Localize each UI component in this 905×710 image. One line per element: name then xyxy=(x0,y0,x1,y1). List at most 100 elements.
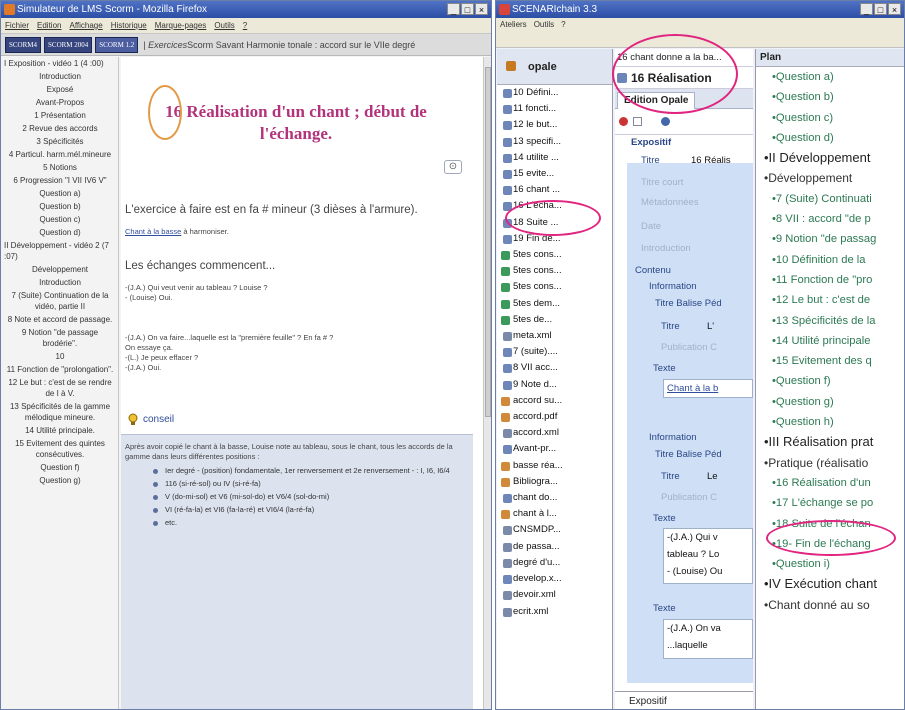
tree-item[interactable]: 5tes cons... xyxy=(497,247,612,263)
nav-item[interactable]: 5 Notions xyxy=(2,161,118,174)
tab-edition-opale[interactable]: Edition Opale xyxy=(617,92,696,109)
titre-value[interactable]: 16 Réalis xyxy=(691,155,731,166)
plan-item[interactable]: •8 VII : accord "de p xyxy=(764,209,904,229)
tree-item[interactable]: 16 chant ... xyxy=(497,182,612,198)
close-button[interactable]: × xyxy=(475,3,488,15)
tree-item[interactable]: 16 L'écha... xyxy=(497,198,612,214)
menu-outils[interactable]: Outils xyxy=(534,18,554,32)
plan-item[interactable]: •12 Le but : c'est de xyxy=(764,290,904,310)
tree-item[interactable]: 15 evite... xyxy=(497,166,612,182)
plan-item[interactable]: •10 Définition de la xyxy=(764,250,904,270)
minimize-button[interactable]: _ xyxy=(447,3,460,15)
tree-item[interactable]: 9 Note d... xyxy=(497,377,612,393)
tree-item[interactable]: 13 specifi... xyxy=(497,134,612,150)
scenari-titlebar[interactable]: SCENARIchain 3.3 _ □ × xyxy=(496,1,904,18)
plan-item[interactable]: •Question a) xyxy=(764,67,904,87)
menu-historique[interactable]: Historique xyxy=(111,18,147,33)
tree-item[interactable]: chant do... xyxy=(497,490,612,506)
tree-item[interactable]: de passa... xyxy=(497,539,612,555)
preview-icon[interactable] xyxy=(633,117,642,126)
tree-item[interactable]: chant à l... xyxy=(497,506,612,522)
nav-item[interactable]: Exposé xyxy=(2,83,118,96)
nav-item[interactable]: 2 Revue des accords xyxy=(2,122,118,135)
tree-item[interactable]: Bibliogra... xyxy=(497,474,612,490)
nav-item[interactable]: 12 Le but : c'est de se rendre de I à V. xyxy=(2,376,118,400)
tree-item[interactable]: 11 foncti... xyxy=(497,101,612,117)
info-icon[interactable] xyxy=(661,117,670,126)
metadonnees-field[interactable]: Métadonnées xyxy=(641,197,699,208)
nav-item[interactable]: 14 Utilité principale. xyxy=(2,424,118,437)
plan-item[interactable]: •17 L'échange se po xyxy=(764,493,904,513)
nav-item[interactable]: 13 Spécificités de la gamme mélodique mi… xyxy=(2,400,118,424)
scorm-12-button[interactable]: SCORM 1.2 xyxy=(95,36,139,53)
tree-item[interactable]: 5tes dem... xyxy=(497,296,612,312)
dialogue-text-box[interactable]: -(J.A.) Qui v tableau ? Lo - (Louise) Ou xyxy=(663,528,753,584)
nav-item[interactable]: 7 (Suite) Continuation de la vidéo, part… xyxy=(2,289,118,313)
nav-item[interactable]: 1 Présentation xyxy=(2,109,118,122)
plan-item[interactable]: •Question d) xyxy=(764,128,904,148)
nav-item[interactable]: Avant-Propos xyxy=(2,96,118,109)
tree-item[interactable]: devoir.xml xyxy=(497,587,612,603)
tree-item[interactable]: 18 Suite ... xyxy=(497,215,612,231)
nav-item[interactable]: Question a) xyxy=(2,187,118,200)
nav-item[interactable]: 9 Notion "de passage brodérie". xyxy=(2,326,118,350)
nav-item[interactable]: Introduction xyxy=(2,70,118,83)
tree-item[interactable]: 10 Défini... xyxy=(497,85,612,101)
maximize-button[interactable]: □ xyxy=(874,3,887,15)
menu-help[interactable]: ? xyxy=(561,18,565,32)
minimize-button[interactable]: _ xyxy=(860,3,873,15)
print-icon[interactable]: ⊙ xyxy=(444,160,462,174)
edit-icon[interactable] xyxy=(619,117,628,126)
dialogue2-text-box[interactable]: -(J.A.) On va ...laquelle xyxy=(663,619,753,659)
plan-item[interactable]: •Pratique (réalisatio xyxy=(764,453,904,473)
menu-ateliers[interactable]: Ateliers xyxy=(500,18,527,32)
firefox-scrollbar[interactable] xyxy=(483,57,491,709)
plan-item[interactable]: •II Développement xyxy=(764,148,904,168)
scorm-button[interactable]: SCORM4 xyxy=(5,36,42,53)
maximize-button[interactable]: □ xyxy=(461,3,474,15)
workspace-header[interactable]: opale xyxy=(497,49,612,85)
titre-court-field[interactable]: Titre court xyxy=(641,177,683,188)
tree-item[interactable]: 19 Fin de... xyxy=(497,231,612,247)
scorm-2004-button[interactable]: SCORM 2004 xyxy=(44,36,93,53)
tree-item[interactable]: 8 VII acc... xyxy=(497,360,612,376)
plan-item[interactable]: •Chant donné au so xyxy=(764,595,904,615)
tree-item[interactable]: 14 utilite ... xyxy=(497,150,612,166)
tree-item[interactable]: degré d'u... xyxy=(497,555,612,571)
nav-item[interactable]: Développement xyxy=(2,263,118,276)
tree-item[interactable]: accord.pdf xyxy=(497,409,612,425)
nav-item[interactable]: 15 Evitement des quintes consécutives. xyxy=(2,437,118,461)
menu-fichier[interactable]: Fichier xyxy=(5,18,29,33)
nav-item[interactable]: Question g) xyxy=(2,474,118,487)
plan-item[interactable]: •19- Fin de l'échang xyxy=(764,534,904,554)
plan-item[interactable]: •13 Spécificités de la xyxy=(764,311,904,331)
plan-item[interactable]: •11 Fonction de "pro xyxy=(764,270,904,290)
tree-item[interactable]: Avant-pr... xyxy=(497,441,612,457)
nav-item[interactable]: 6 Progression "I VII IV6 V" xyxy=(2,174,118,187)
plan-item[interactable]: •Question g) xyxy=(764,392,904,412)
menu-help[interactable]: ? xyxy=(243,18,247,33)
tree-item[interactable]: 5tes cons... xyxy=(497,279,612,295)
nav-item[interactable]: Question d) xyxy=(2,226,118,239)
plan-item[interactable]: •Question h) xyxy=(764,412,904,432)
titre3-value[interactable]: Le xyxy=(707,471,718,482)
publication-field[interactable]: Publication C xyxy=(661,342,717,353)
nav-item[interactable]: Introduction xyxy=(2,276,118,289)
nav-item[interactable]: Question c) xyxy=(2,213,118,226)
titre2-value[interactable]: L' xyxy=(707,321,714,332)
conseil-toggle[interactable]: conseil xyxy=(126,412,174,426)
publication2-field[interactable]: Publication C xyxy=(661,492,717,503)
menu-marque-pages[interactable]: Marque-pages xyxy=(155,18,207,33)
nav-item[interactable]: 8 Note et accord de passage. xyxy=(2,313,118,326)
plan-item[interactable]: •III Réalisation prat xyxy=(764,432,904,452)
chant-link[interactable]: Chant à la basse xyxy=(125,227,181,236)
tree-item[interactable]: accord.xml xyxy=(497,425,612,441)
plan-item[interactable]: •18 Suite de l'échan xyxy=(764,514,904,534)
tree-item[interactable]: CNSMDP... xyxy=(497,522,612,538)
plan-item[interactable]: •IV Exécution chant xyxy=(764,574,904,594)
tree-item[interactable]: ecrit.xml xyxy=(497,604,612,620)
tree-item[interactable]: 12 le but... xyxy=(497,117,612,133)
plan-item[interactable]: •16 Réalisation d'un xyxy=(764,473,904,493)
plan-item[interactable]: •15 Evitement des q xyxy=(764,351,904,371)
tree-item[interactable]: accord su... xyxy=(497,393,612,409)
